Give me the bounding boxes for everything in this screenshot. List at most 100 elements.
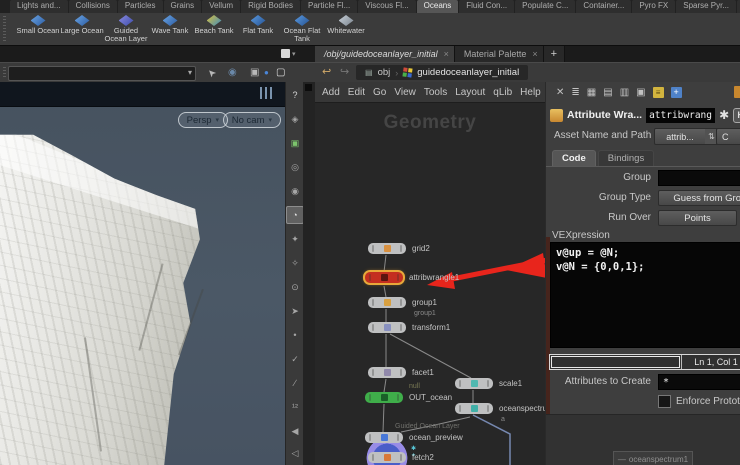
white-square-icon[interactable]: ▢ bbox=[276, 66, 285, 79]
pane-layout-icon[interactable]: ▥ bbox=[620, 87, 629, 98]
node-name-input[interactable]: attribwrang bbox=[646, 107, 716, 123]
tab-material-palette[interactable]: Material Palette × bbox=[454, 46, 544, 62]
node-fetch2[interactable]: fetch2 ✱ bbox=[364, 435, 434, 465]
pane-split-icon[interactable]: ▤ bbox=[603, 87, 612, 98]
tool-large-ocean[interactable]: Large Ocean bbox=[60, 13, 104, 45]
forward-icon[interactable]: ↪ bbox=[340, 65, 349, 78]
chevron-down-icon: ▾ bbox=[292, 50, 296, 58]
houdini-badge-icon[interactable]: H bbox=[733, 107, 740, 123]
vex-code-editor[interactable]: v@up = @N; v@N = {0,0,1}; bbox=[550, 242, 740, 348]
tab-code[interactable]: Code bbox=[552, 150, 596, 166]
shelf-tab-sparse-pyro[interactable]: Sparse Pyr... bbox=[676, 0, 737, 13]
attributes-to-create-input[interactable]: * bbox=[658, 374, 740, 390]
audio-alt-icon[interactable]: ◁ bbox=[286, 444, 304, 462]
shelf-grip-handle[interactable] bbox=[3, 16, 6, 42]
normals-icon[interactable]: ➤ bbox=[286, 302, 304, 320]
node-ocean-preview[interactable]: Guided Ocean Layer ocean_preview ✱ ✦ bbox=[365, 423, 463, 459]
point-numbers-icon[interactable]: ¹² bbox=[286, 398, 304, 416]
tool-wave-tank[interactable]: Wave Tank bbox=[148, 13, 192, 45]
pane-icon bbox=[281, 49, 290, 58]
node-grid2[interactable]: grid2 bbox=[368, 243, 430, 254]
network-editor[interactable]: Geometry Add Edit Go View Tools Layout q… bbox=[315, 82, 545, 465]
audio-icon[interactable]: ◀ bbox=[286, 422, 304, 440]
box-icon[interactable]: ▣ bbox=[250, 66, 259, 79]
globe-icon[interactable]: ◉ bbox=[228, 66, 237, 79]
shelf-tab-particle-fluids[interactable]: Particle Fl... bbox=[301, 0, 358, 13]
point-markers-icon[interactable]: • bbox=[286, 326, 304, 344]
list-icon[interactable]: ≣ bbox=[571, 87, 579, 98]
select-arrow-icon[interactable]: ➤ bbox=[205, 65, 220, 80]
shelf-tab-pyro[interactable]: Pyro FX bbox=[632, 0, 676, 13]
vertex-markers-icon[interactable]: ✓ bbox=[286, 350, 304, 368]
shelf-tools-bar: Small Ocean Large Ocean Guided Ocean Lay… bbox=[0, 13, 740, 46]
pane-divider[interactable] bbox=[303, 82, 315, 465]
help-icon[interactable]: ? bbox=[286, 86, 304, 104]
shelf-tab-grains[interactable]: Grains bbox=[163, 0, 202, 13]
shaded-mode-icon[interactable]: ◔ bbox=[286, 206, 304, 224]
tool-whitewater[interactable]: Whitewater bbox=[324, 13, 368, 45]
toolbar-grip-handle[interactable] bbox=[3, 67, 6, 79]
node-out-ocean[interactable]: null OUT_ocean bbox=[365, 383, 452, 403]
prim-normals-icon[interactable]: ∕ bbox=[286, 374, 304, 392]
sticky-note-icon[interactable]: ≡ bbox=[652, 86, 664, 98]
shelf-tab-oceans[interactable]: Oceans bbox=[416, 0, 459, 13]
node-group1[interactable]: group1 group1 bbox=[368, 297, 437, 317]
headlight-icon[interactable]: ✧ bbox=[286, 254, 304, 272]
tools-icon[interactable]: ✕ bbox=[556, 87, 564, 98]
tab-bindings[interactable]: Bindings bbox=[597, 150, 655, 166]
chevron-down-icon: ▾ bbox=[215, 117, 219, 124]
shelf-tab-rigid-bodies[interactable]: Rigid Bodies bbox=[241, 0, 301, 13]
node-oceanspectrum1[interactable]: oceanspectrum1 a bbox=[455, 403, 545, 423]
display-points-icon[interactable]: ⊙ bbox=[286, 278, 304, 296]
persp-view-selector[interactable]: Persp ▾ bbox=[177, 112, 228, 128]
pivot-icon[interactable]: ◉ bbox=[286, 182, 304, 200]
clipped-asset-button[interactable]: C bbox=[716, 128, 740, 145]
asset-menu-button[interactable]: attrib... bbox=[654, 128, 706, 145]
node-facet1[interactable]: facet1 bbox=[368, 367, 434, 378]
display-options-icon[interactable] bbox=[260, 87, 273, 99]
grid-icon[interactable]: ▦ bbox=[587, 87, 596, 98]
snapping-combo[interactable]: ▾ bbox=[8, 66, 196, 81]
enforce-prototypes-checkbox[interactable] bbox=[658, 395, 671, 408]
wrangle-node-icon bbox=[380, 274, 388, 281]
tool-ocean-flat-tank[interactable]: Ocean Flat Tank bbox=[280, 13, 324, 45]
minimized-pane-tab[interactable]: — oceanspectrum1 bbox=[613, 451, 693, 465]
shelf-tab-viscous-fluids[interactable]: Viscous Fl... bbox=[358, 0, 416, 13]
new-tab-button[interactable]: + bbox=[543, 46, 566, 62]
blue-dot-icon[interactable]: ● bbox=[264, 66, 269, 79]
node-scale1[interactable]: scale1 bbox=[455, 378, 522, 389]
breadcrumb-root[interactable]: obj bbox=[378, 67, 391, 78]
back-icon[interactable]: ↩ bbox=[322, 65, 331, 78]
group-type-dropdown[interactable]: Guess from Group bbox=[658, 190, 740, 206]
breadcrumb-current-node[interactable]: guidedoceanlayer_initial bbox=[417, 67, 519, 78]
gear-icon[interactable]: ✱ bbox=[719, 108, 729, 122]
tool-small-ocean[interactable]: Small Ocean bbox=[16, 13, 60, 45]
snapshot-icon[interactable]: ▣ bbox=[286, 134, 304, 152]
shelf-tab-collisions[interactable]: Collisions bbox=[68, 0, 117, 13]
tool-flat-tank[interactable]: Flat Tank bbox=[236, 13, 280, 45]
shelf-tab-vellum[interactable]: Vellum bbox=[202, 0, 241, 13]
clipped-toolbar-icon[interactable] bbox=[734, 86, 740, 98]
lock-camera-icon[interactable]: ◎ bbox=[286, 158, 304, 176]
node-transform1[interactable]: transform1 bbox=[368, 322, 450, 333]
scene-viewport[interactable]: Persp ▾ No cam ▾ bbox=[0, 82, 285, 465]
view-layout-icon[interactable]: ◈ bbox=[286, 110, 304, 128]
camera-selector[interactable]: No cam ▾ bbox=[222, 112, 281, 128]
shelf-tab-lights[interactable]: Lights and... bbox=[10, 0, 68, 13]
window-icon[interactable]: ▣ bbox=[636, 87, 645, 98]
run-over-dropdown[interactable]: Points bbox=[658, 210, 737, 226]
tool-beach-tank[interactable]: Beach Tank bbox=[192, 13, 236, 45]
lighting-icon[interactable]: ✦ bbox=[286, 230, 304, 248]
shelf-tab-containers[interactable]: Container... bbox=[576, 0, 632, 13]
tool-guided-ocean-layer[interactable]: Guided Ocean Layer bbox=[104, 13, 148, 45]
node-attribwrangle1[interactable]: attribwrangle1 bbox=[363, 270, 459, 285]
tab-obj-guidedoceanlayer[interactable]: /obj/guidedoceanlayer_initial × bbox=[315, 46, 455, 62]
shelf-tab-fluid-containers[interactable]: Fluid Con... bbox=[459, 0, 515, 13]
shelf-tab-populate[interactable]: Populate C... bbox=[515, 0, 576, 13]
pane-menu-button[interactable]: ▾ bbox=[281, 49, 296, 58]
close-icon[interactable]: × bbox=[444, 49, 449, 59]
shelf-tab-particles[interactable]: Particles bbox=[117, 0, 163, 13]
close-icon[interactable]: × bbox=[532, 49, 537, 59]
background-image-icon[interactable]: + bbox=[670, 86, 682, 98]
group-input[interactable] bbox=[658, 170, 740, 186]
